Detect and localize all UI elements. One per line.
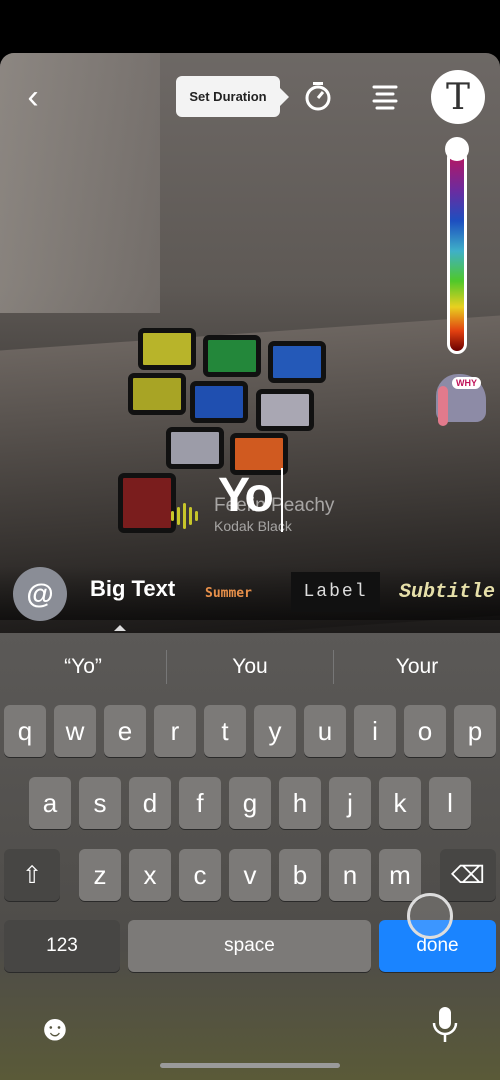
text-style-button[interactable]: T	[431, 70, 485, 124]
key-c[interactable]: c	[179, 849, 221, 901]
touch-indicator	[407, 893, 453, 939]
key-p[interactable]: p	[454, 705, 496, 757]
key-u[interactable]: u	[304, 705, 346, 757]
key-g[interactable]: g	[229, 777, 271, 829]
key-d[interactable]: d	[129, 777, 171, 829]
key-n[interactable]: n	[329, 849, 371, 901]
timer-icon[interactable]	[303, 80, 333, 112]
tooltip-label: Set Duration	[189, 89, 267, 104]
key-b[interactable]: b	[279, 849, 321, 901]
key-j[interactable]: j	[329, 777, 371, 829]
numbers-key[interactable]: 123	[4, 920, 120, 972]
key-z[interactable]: z	[79, 849, 121, 901]
mention-icon: @	[26, 578, 54, 609]
style-big-text[interactable]: Big Text	[90, 576, 175, 602]
key-o[interactable]: o	[404, 705, 446, 757]
selected-style-indicator	[114, 625, 126, 631]
key-v[interactable]: v	[229, 849, 271, 901]
style-subtitle[interactable]: Subtitle	[399, 581, 495, 604]
style-summer[interactable]: Summer	[205, 586, 252, 601]
key-r[interactable]: r	[154, 705, 196, 757]
back-chevron-icon[interactable]: ‹	[18, 78, 48, 116]
suggestion-3[interactable]: Your	[334, 645, 500, 689]
sticker-text: WHY	[452, 377, 481, 389]
key-m[interactable]: m	[379, 849, 421, 901]
align-icon[interactable]	[372, 84, 398, 110]
caption-text[interactable]: Yo	[218, 468, 274, 523]
emoji-icon: ☻	[36, 1007, 74, 1048]
key-a[interactable]: a	[29, 777, 71, 829]
text-cursor	[281, 468, 283, 532]
mention-button[interactable]: @	[13, 567, 67, 621]
key-h[interactable]: h	[279, 777, 321, 829]
suggestion-2[interactable]: You	[167, 645, 333, 689]
photo-canvas[interactable]	[0, 53, 500, 633]
key-w[interactable]: w	[54, 705, 96, 757]
key-y[interactable]: y	[254, 705, 296, 757]
key-t[interactable]: t	[204, 705, 246, 757]
key-s[interactable]: s	[79, 777, 121, 829]
delete-key[interactable]: ⌫	[440, 849, 496, 901]
home-indicator[interactable]	[160, 1063, 340, 1068]
key-l[interactable]: l	[429, 777, 471, 829]
text-style-icon: T	[445, 76, 470, 118]
key-i[interactable]: i	[354, 705, 396, 757]
emoji-button[interactable]: ☻	[36, 1007, 74, 1049]
bitmoji-sticker[interactable]: WHY	[428, 372, 488, 428]
suggestion-1[interactable]: “Yo”	[0, 645, 166, 689]
key-f[interactable]: f	[179, 777, 221, 829]
key-e[interactable]: e	[104, 705, 146, 757]
delete-icon: ⌫	[451, 861, 485, 889]
music-waveform-icon	[171, 503, 198, 529]
set-duration-tooltip: Set Duration	[176, 76, 289, 117]
color-slider-knob[interactable]	[445, 137, 469, 161]
key-x[interactable]: x	[129, 849, 171, 901]
shift-icon: ⇧	[21, 861, 43, 889]
microphone-icon[interactable]	[431, 1005, 459, 1045]
style-label[interactable]: Label	[291, 572, 380, 612]
shift-key[interactable]: ⇧	[4, 849, 60, 901]
key-q[interactable]: q	[4, 705, 46, 757]
space-key[interactable]: space	[128, 920, 371, 972]
key-k[interactable]: k	[379, 777, 421, 829]
color-slider[interactable]	[447, 148, 467, 354]
